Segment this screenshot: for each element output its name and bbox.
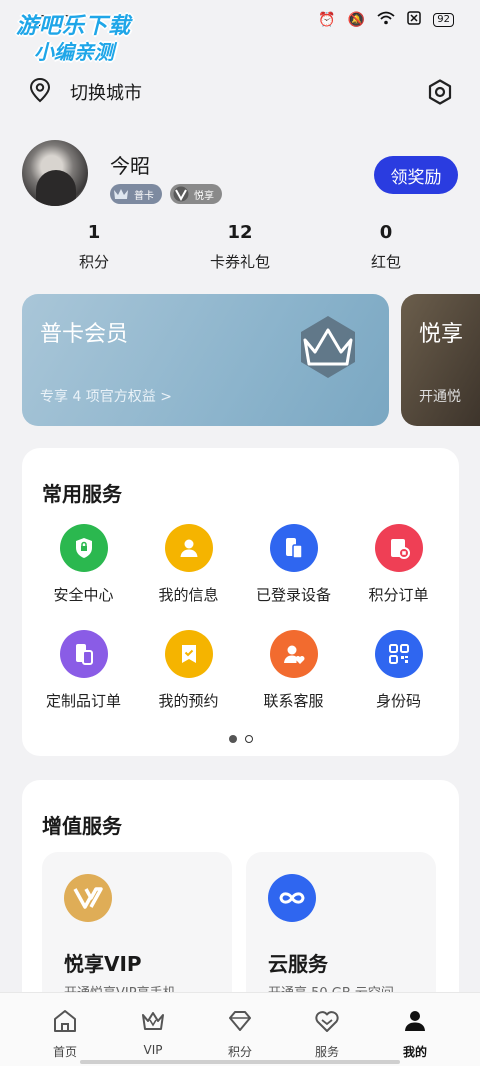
badge-vip[interactable]: 悦享 [170,184,222,204]
service-label: 我的预约 [158,692,219,710]
stats-row: 1 积分 12 卡券礼包 0 红包 [0,222,480,278]
service-label: 安全中心 [53,586,114,604]
member-card-subtitle: 开通悦 [419,389,461,405]
customer-service-icon [269,630,318,678]
service-card-title: 悦享VIP [64,952,142,976]
service-security-center[interactable]: 安全中心 [29,524,138,605]
username: 今昭 [110,154,150,178]
wifi-icon [377,11,395,29]
stat-value: 0 [379,222,393,243]
stat-value: 12 [227,222,253,243]
service-my-reservations[interactable]: 我的预约 [134,630,243,711]
diamond-icon [229,1011,251,1031]
stat-points[interactable]: 1 积分 [34,222,154,272]
bottom-tab-bar: 首页 VIP 积分 服务 我的 [0,992,480,1066]
service-label: 定制品订单 [45,692,121,710]
claim-reward-button[interactable]: 领奖励 [374,156,458,194]
service-label: 联系客服 [263,692,324,710]
watermark-line2: 小编亲测 [34,40,114,64]
member-card-normal[interactable]: 普卡会员 专享 4 项官方权益 > [22,294,389,426]
city-switch-label: 切换城市 [70,83,142,104]
mute-icon: 🔕 [347,12,366,28]
crown-gem-icon [301,316,355,378]
page-dot-active[interactable] [228,735,237,743]
tab-vip[interactable]: VIP [105,1007,201,1057]
service-label: 积分订单 [368,586,429,604]
shield-icon [59,524,108,572]
vip-v-badge-icon [173,186,189,202]
member-card-title: 悦享 [419,322,464,347]
tab-services[interactable]: 服务 [279,1007,375,1060]
service-custom-orders[interactable]: 定制品订单 [29,630,138,711]
tab-label: 服务 [314,1045,339,1059]
vip-service-card[interactable]: 悦享VIP 开通悦享VIP享手机 [42,852,232,1012]
crown-badge-icon [114,189,128,199]
service-id-code[interactable]: 身份码 [344,630,453,711]
sim-icon [407,11,422,29]
tab-points[interactable]: 积分 [192,1007,288,1060]
settings-icon[interactable] [426,78,454,106]
vip-v-icon [64,874,112,922]
common-services-title: 常用服务 [42,482,122,506]
tab-label: 首页 [52,1045,77,1059]
watermark-logo: 游吧乐下载 小编亲测 [12,8,150,66]
person-icon [164,524,213,572]
service-label: 已登录设备 [255,586,331,604]
badge-label: 普卡 [134,190,154,202]
badge-label: 悦享 [194,190,214,202]
service-label: 身份码 [375,692,421,710]
avatar[interactable] [22,140,88,206]
service-label: 我的信息 [158,586,219,604]
city-switch-row[interactable]: 切换城市 [28,72,454,112]
member-card-vip[interactable]: 悦享 开通悦 [401,294,480,426]
vip-crown-icon [142,1012,164,1030]
value-services-panel: 增值服务 悦享VIP 开通悦享VIP享手机 云服务 开通享 50 GB 云空间 [22,780,459,1012]
stat-label: 卡券礼包 [209,253,270,271]
page-dot[interactable] [244,735,253,743]
cloud-infinity-icon [268,874,316,922]
heart-service-icon [315,1011,339,1032]
member-badges: 普卡 悦享 [110,184,222,204]
stat-label: 积分 [78,253,109,271]
member-card-subtitle[interactable]: 专享 4 项官方权益 > [40,386,172,406]
profile-section: 今昭 普卡 悦享 领奖励 [22,140,458,212]
battery-icon: 92 [433,13,454,27]
badge-normal-card[interactable]: 普卡 [110,184,162,204]
page-indicator [22,735,459,743]
value-services-title: 增值服务 [42,814,122,838]
status-icons: ⏰ 🔕 92 [318,11,454,29]
stat-red-packets[interactable]: 0 红包 [326,222,446,272]
service-my-info[interactable]: 我的信息 [134,524,243,605]
service-logged-in-devices[interactable]: 已登录设备 [239,524,348,605]
custom-order-icon [59,630,108,678]
devices-icon [269,524,318,572]
common-services-panel: 常用服务 安全中心 我的信息 已登录设备 积分订单 定制品订单 我的预约 联系客… [22,448,459,756]
bookmark-check-icon [164,630,213,678]
service-card-title: 云服务 [268,952,328,976]
home-icon [54,1010,76,1032]
service-contact-support[interactable]: 联系客服 [239,630,348,711]
stat-label: 红包 [370,253,401,271]
stat-coupons[interactable]: 12 卡券礼包 [180,222,300,272]
home-indicator [80,1060,400,1064]
member-card-title: 普卡会员 [40,322,129,347]
service-points-orders[interactable]: 积分订单 [344,524,453,605]
cloud-service-card[interactable]: 云服务 开通享 50 GB 云空间 [246,852,436,1012]
person-tab-icon [405,1011,425,1031]
tab-label: 我的 [402,1045,427,1059]
tab-label: 积分 [227,1045,252,1059]
tab-home[interactable]: 首页 [17,1007,113,1060]
points-order-icon [374,524,423,572]
location-pin-icon [28,77,52,107]
tab-label: VIP [143,1043,163,1057]
alarm-icon: ⏰ [318,12,336,28]
qr-code-icon [374,630,423,678]
stat-value: 1 [87,222,101,243]
tab-me[interactable]: 我的 [367,1007,463,1060]
